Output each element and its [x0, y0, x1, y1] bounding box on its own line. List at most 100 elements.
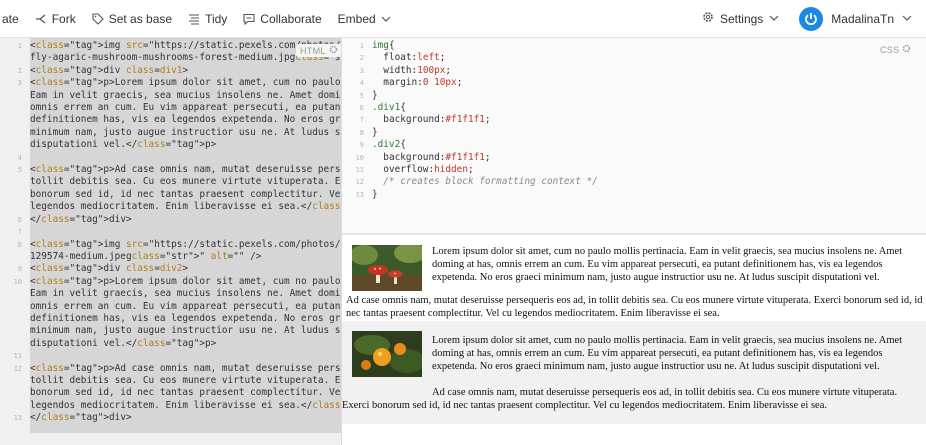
- html-code-line[interactable]: omnis errem an cum. Eu vim appareat pers…: [0, 102, 341, 114]
- html-code-line[interactable]: 9 <class="tag">div class=div2>: [0, 263, 341, 275]
- line-number: 7: [17, 228, 22, 237]
- html-code-line[interactable]: 10 <class="tag">p>Lorem ipsum dolor sit a…: [0, 276, 341, 288]
- code-text: disputationi vel.</class="tag">p>: [30, 139, 217, 151]
- html-code-line[interactable]: tollit debitis sea. Cu eos munere virtut…: [0, 375, 341, 387]
- power-icon: [805, 12, 818, 25]
- code-text: bonorum sed id, id nec tantas praesent c…: [30, 188, 341, 200]
- line-number: 9: [17, 265, 22, 274]
- css-code-line[interactable]: 13}: [342, 189, 598, 201]
- css-code-line[interactable]: 6 .div1{: [342, 102, 598, 114]
- code-text: <class="tag">p>Ad case omnis nam, mutat …: [30, 164, 341, 176]
- html-code[interactable]: 1 <class="tag">img src="https://static.pe…: [0, 40, 341, 425]
- css-code-line[interactable]: 11 overflow:hidden;: [342, 164, 598, 176]
- user-menu[interactable]: MadalinaTn: [793, 6, 912, 31]
- chevron-down-icon: [381, 14, 391, 24]
- css-code-line[interactable]: 3 width:100px;: [342, 65, 598, 77]
- embed-button[interactable]: Embed: [330, 0, 399, 37]
- code-text: img{: [372, 40, 395, 51]
- line-number: [0, 189, 30, 201]
- html-code-line[interactable]: fly-agaric-mushroom-mushrooms-forest-med…: [0, 52, 341, 64]
- html-code-line[interactable]: legendos mediocritatem. Enim liberavisse…: [0, 400, 341, 412]
- html-code-line[interactable]: omnis errem an cum. Eu vim appareat pers…: [0, 301, 341, 313]
- html-panel-badge[interactable]: HTML: [296, 44, 341, 57]
- set-as-base-button[interactable]: Set as base: [84, 0, 180, 37]
- html-code-line[interactable]: 11: [0, 350, 341, 362]
- line-number: 3: [17, 79, 22, 88]
- line-number: 11: [13, 352, 22, 361]
- toolbar-actions: ate Fork Set as base Tidy Collaborate Em…: [0, 0, 399, 37]
- html-code-line[interactable]: legendos mediocritatem. Enim liberavisse…: [0, 201, 341, 213]
- line-number: [0, 387, 30, 399]
- tag-icon: [92, 12, 104, 25]
- html-code-line[interactable]: 129574-medium.jpegclass="str">" alt="" /…: [0, 251, 341, 263]
- html-code-line[interactable]: disputationi vel.</class="tag">p>: [0, 338, 341, 350]
- code-text: legendos mediocritatem. Enim liberavisse…: [30, 399, 341, 411]
- html-code-line[interactable]: 7: [0, 226, 341, 238]
- html-code-line[interactable]: 6 </class="tag">div>: [0, 214, 341, 226]
- html-code-line[interactable]: 2 <class="tag">div class=div1>: [0, 65, 341, 77]
- mushroom-image: [352, 245, 422, 291]
- fork-icon: [35, 13, 47, 25]
- css-code[interactable]: 1 img{2 float:left; 3 width:100px; 4 margin…: [342, 40, 598, 201]
- html-editor-panel[interactable]: 1 <class="tag">img src="https://static.pe…: [0, 38, 341, 445]
- code-text: Eam in velit graecis, sea mucius insolen…: [30, 89, 341, 101]
- line-number: 7: [359, 116, 364, 125]
- code-text: }: [372, 126, 378, 138]
- code-text: omnis errem an cum. Eu vim appareat pers…: [30, 300, 341, 312]
- html-code-line[interactable]: 4: [0, 152, 341, 164]
- line-number: 6: [17, 215, 22, 224]
- css-panel-badge[interactable]: CSS: [880, 44, 911, 55]
- html-code-line[interactable]: bonorum sed id, id nec tantas praesent c…: [0, 387, 341, 399]
- css-code-line[interactable]: 10 background:#f1f1f1;: [342, 152, 598, 164]
- html-code-line[interactable]: bonorum sed id, id nec tantas praesent c…: [0, 189, 341, 201]
- code-text: <class="tag">div class=div1>: [30, 64, 189, 76]
- html-code-line[interactable]: tollit debitis sea. Cu eos munere virtut…: [0, 176, 341, 188]
- code-text: tollit debitis sea. Cu eos munere virtut…: [30, 176, 341, 188]
- code-text: /* creates block formatting context */: [372, 176, 598, 188]
- html-code-line[interactable]: 8 <class="tag">img src="https://static.pe…: [0, 239, 341, 251]
- css-code-line[interactable]: 8}: [342, 127, 598, 139]
- update-label: ate: [2, 11, 19, 26]
- html-code-line[interactable]: definitionem has, vis ea legendos expete…: [0, 114, 341, 126]
- code-text: </class="tag">div>: [30, 412, 132, 424]
- html-code-line[interactable]: 1 <class="tag">img src="https://static.pe…: [0, 40, 341, 52]
- settings-label: Settings: [719, 11, 764, 26]
- line-number: [0, 301, 30, 313]
- html-code-line[interactable]: 5 <class="tag">p>Ad case omnis nam, mutat…: [0, 164, 341, 176]
- line-number: 10: [13, 277, 22, 286]
- gear-icon: [702, 11, 714, 26]
- html-code-line[interactable]: disputationi vel.</class="tag">p>: [0, 139, 341, 151]
- line-number: 8: [17, 240, 22, 249]
- css-code-line[interactable]: 9 .div2{: [342, 139, 598, 151]
- chevron-down-icon: [769, 12, 779, 26]
- line-number: 5: [17, 166, 22, 175]
- css-code-line[interactable]: 1 img{: [342, 40, 598, 52]
- html-code-line[interactable]: 13 </class="tag">div>: [0, 412, 341, 424]
- fork-button[interactable]: Fork: [27, 0, 84, 37]
- css-code-line[interactable]: 12 /* creates block formatting context *…: [342, 176, 598, 188]
- line-number: 1: [359, 42, 364, 50]
- oranges-image: [352, 331, 422, 377]
- code-text: <class="tag">div class=div2>: [30, 263, 189, 275]
- collaborate-button[interactable]: Collaborate: [235, 0, 329, 37]
- html-code-line[interactable]: Eam in velit graecis, sea mucius insolen…: [0, 90, 341, 102]
- line-number: 1: [17, 42, 22, 50]
- html-code-line[interactable]: minimum nam, justo augue instructior usu…: [0, 127, 341, 139]
- css-code-line[interactable]: 2 float:left;: [342, 52, 598, 64]
- line-number: 6: [359, 104, 364, 113]
- tidy-button[interactable]: Tidy: [180, 0, 235, 37]
- update-button[interactable]: ate: [0, 0, 27, 37]
- settings-button[interactable]: Settings: [702, 11, 793, 26]
- css-code-line[interactable]: 4 margin:0 10px;: [342, 77, 598, 89]
- css-code-line[interactable]: 5}: [342, 90, 598, 102]
- css-code-line[interactable]: 7 background:#f1f1f1;: [342, 114, 598, 126]
- line-number: 12: [355, 178, 364, 187]
- html-code-line[interactable]: 12 <class="tag">p>Ad case omnis nam, muta…: [0, 363, 341, 375]
- css-badge-label: CSS: [880, 44, 900, 55]
- line-number: [0, 127, 30, 139]
- html-code-line[interactable]: 3 <class="tag">p>Lorem ipsum dolor sit am…: [0, 77, 341, 89]
- html-code-line[interactable]: Eam in velit graecis, sea mucius insolen…: [0, 288, 341, 300]
- html-code-line[interactable]: minimum nam, justo augue instructior usu…: [0, 325, 341, 337]
- html-code-line[interactable]: definitionem has, vis ea legendos expete…: [0, 313, 341, 325]
- css-editor-panel[interactable]: 1 img{2 float:left; 3 width:100px; 4 margin…: [342, 38, 926, 233]
